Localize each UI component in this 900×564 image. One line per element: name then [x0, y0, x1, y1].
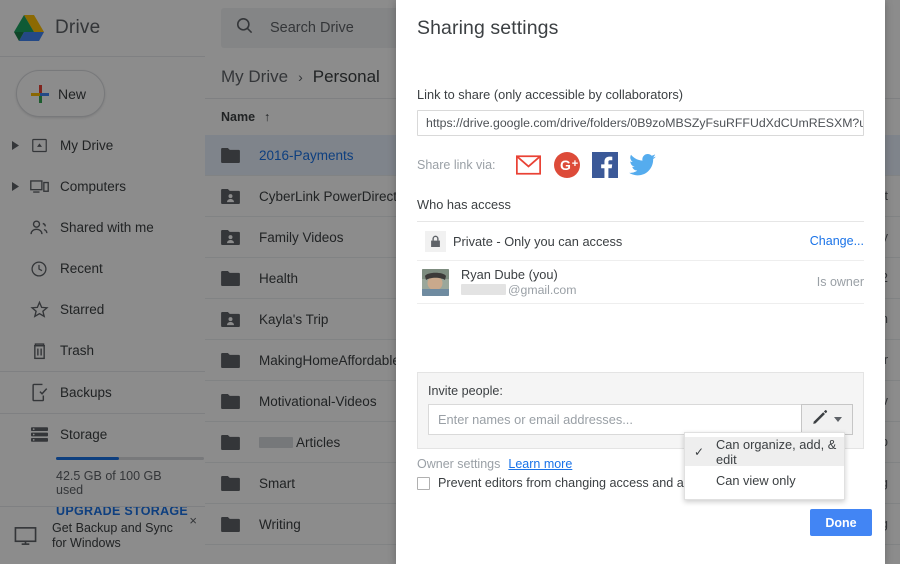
- modal-overlay-left[interactable]: [0, 0, 396, 564]
- facebook-icon[interactable]: [586, 152, 624, 178]
- who-has-access-label: Who has access: [417, 197, 511, 212]
- owner-settings-label: Owner settings: [417, 457, 501, 471]
- share-link-value: https://drive.google.com/drive/folders/0…: [426, 116, 864, 130]
- google-plus-icon[interactable]: G +: [548, 151, 586, 179]
- gmail-icon[interactable]: [510, 155, 548, 175]
- permission-menu-item-view-only[interactable]: Can view only: [685, 466, 844, 495]
- owner-email: @gmail.com: [461, 283, 577, 297]
- pencil-icon: [812, 409, 828, 430]
- done-button[interactable]: Done: [810, 509, 872, 536]
- owner-name: Ryan Dube (you): [461, 266, 558, 282]
- permission-dropdown-button[interactable]: [801, 404, 853, 435]
- link-to-share-label: Link to share (only accessible by collab…: [417, 87, 684, 102]
- redacted-email-icon: [461, 283, 506, 295]
- lock-icon: [424, 230, 446, 252]
- permission-menu-item-label: Can organize, add, & edit: [716, 436, 837, 467]
- share-link-input[interactable]: https://drive.google.com/drive/folders/0…: [417, 110, 864, 136]
- prevent-editors-checkbox[interactable]: [417, 476, 430, 490]
- access-row-private: Private - Only you can access Change...: [417, 222, 864, 261]
- invite-people-input[interactable]: Enter names or email addresses...: [428, 404, 801, 435]
- access-row-text: Private - Only you can access: [453, 233, 623, 249]
- access-list: Private - Only you can access Change... …: [417, 221, 864, 304]
- permission-menu-item-organize[interactable]: ✓ Can organize, add, & edit: [685, 436, 844, 467]
- modal-overlay-right[interactable]: [885, 0, 900, 564]
- chevron-down-icon: [834, 417, 842, 422]
- invite-people-label: Invite people:: [428, 384, 503, 398]
- owner-role-label: Is owner: [816, 275, 864, 289]
- learn-more-link[interactable]: Learn more: [508, 457, 572, 471]
- permission-menu-item-label: Can view only: [716, 473, 796, 488]
- check-icon: ✓: [694, 444, 705, 459]
- owner-settings-row: Owner settings Learn more: [417, 457, 572, 471]
- svg-text:+: +: [571, 158, 577, 170]
- share-link-via-row: Share link via: G +: [417, 151, 864, 179]
- permission-menu: ✓ Can organize, add, & edit Can view onl…: [684, 432, 845, 500]
- dialog-title: Sharing settings: [417, 17, 559, 39]
- twitter-icon[interactable]: [624, 154, 662, 176]
- screen: Drive New My Drive Computers Shared with…: [0, 0, 900, 564]
- lock-icon-wrap: [417, 230, 453, 252]
- invite-placeholder: Enter names or email addresses...: [438, 412, 633, 427]
- share-via-label: Share link via:: [417, 158, 496, 172]
- owner-info: Ryan Dube (you) @gmail.com: [449, 267, 577, 298]
- avatar: [422, 268, 449, 296]
- svg-text:G: G: [560, 157, 571, 173]
- owner-email-suffix: @gmail.com: [508, 282, 577, 297]
- invite-row: Enter names or email addresses...: [428, 404, 853, 435]
- access-row-owner: Ryan Dube (you) @gmail.com Is owner: [417, 261, 864, 304]
- change-access-link[interactable]: Change...: [810, 234, 864, 248]
